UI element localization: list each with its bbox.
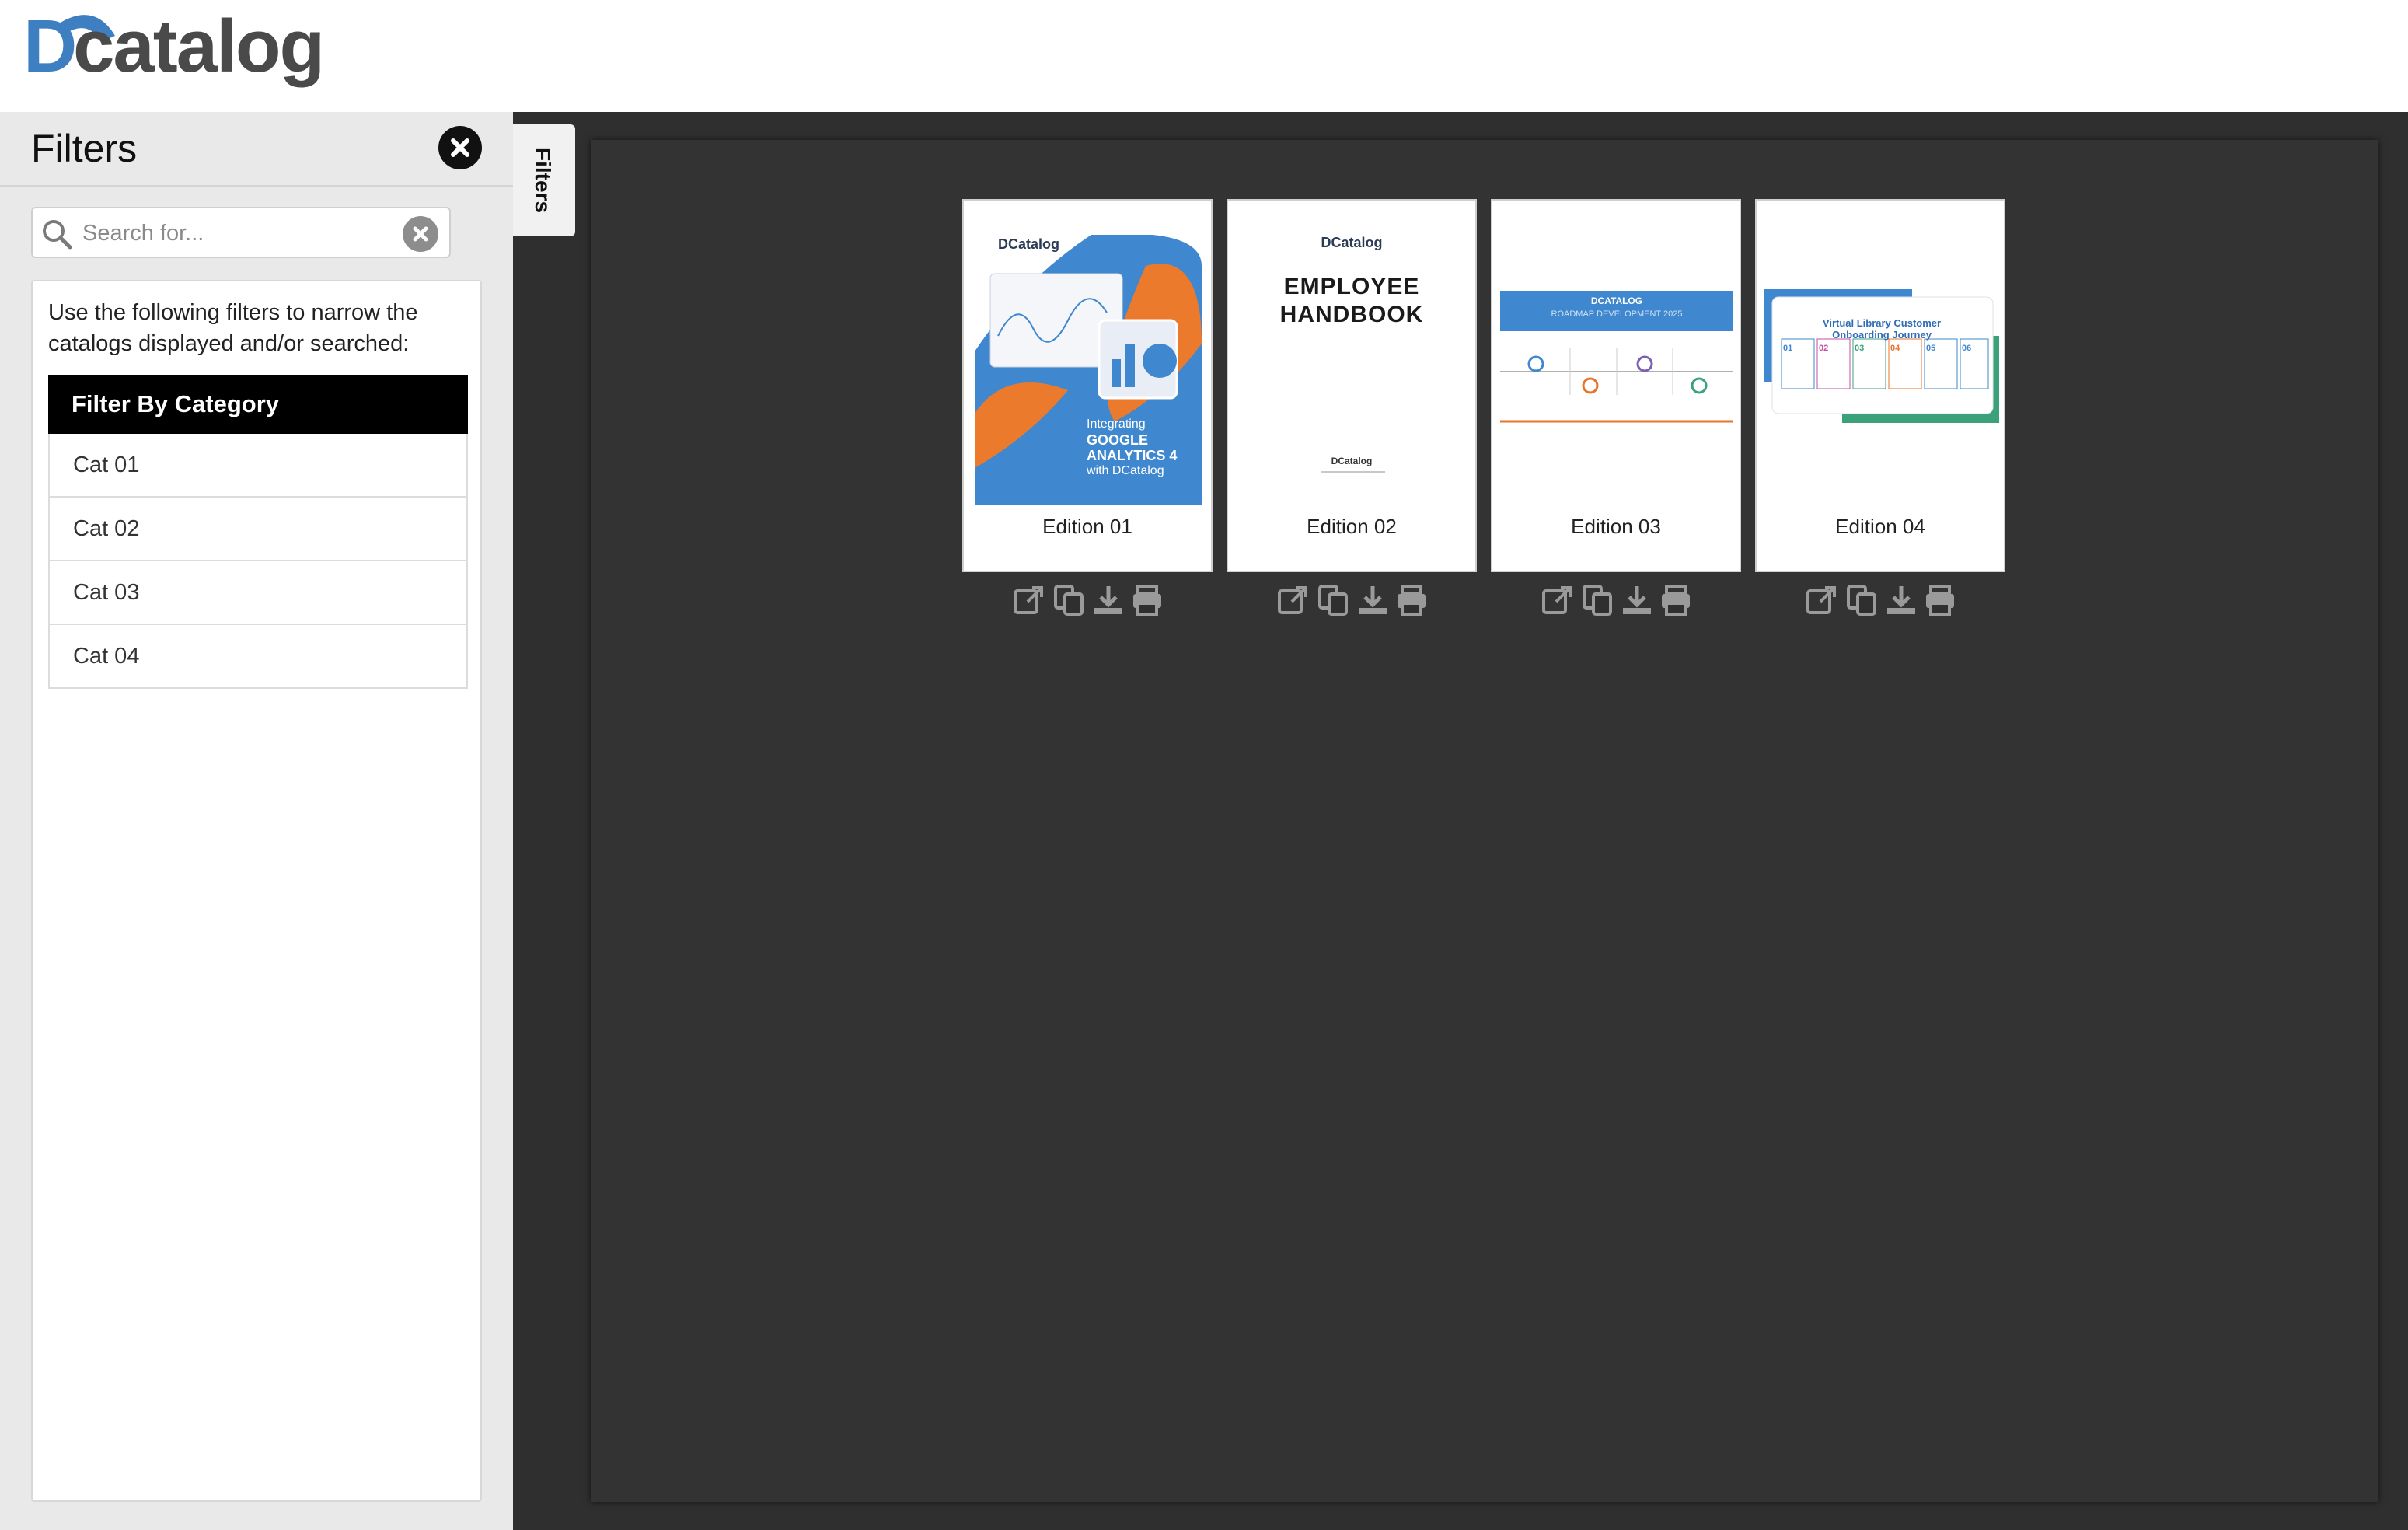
copy-icon[interactable] xyxy=(1845,583,1879,617)
catalog-label: Edition 01 xyxy=(1042,515,1132,538)
download-icon[interactable] xyxy=(1091,583,1125,617)
filter-intro: Use the following filters to narrow the … xyxy=(48,300,418,356)
catalog-cover[interactable]: DCatalog EMPLOYEE HANDBOOK DCatalog Edit… xyxy=(1227,199,1477,572)
catalog-cover[interactable]: Virtual Library Customer Onboarding Jour… xyxy=(1755,199,2005,572)
copy-icon[interactable] xyxy=(1317,583,1351,617)
catalog-actions xyxy=(1491,583,1741,622)
catalog-item: Virtual Library Customer Onboarding Jour… xyxy=(1755,199,2005,616)
category-header: Filter By Category xyxy=(48,375,468,434)
open-external-icon[interactable] xyxy=(1012,583,1046,617)
filters-toggle-tab[interactable]: Filters xyxy=(513,124,575,236)
search-box xyxy=(31,207,451,258)
download-icon[interactable] xyxy=(1620,583,1654,617)
catalog-actions xyxy=(1227,583,1477,622)
open-external-icon[interactable] xyxy=(1541,583,1575,617)
category-list: Cat 01 Cat 02 Cat 03 Cat 04 xyxy=(48,434,468,689)
category-item-04[interactable]: Cat 04 xyxy=(48,625,468,689)
download-icon[interactable] xyxy=(1884,583,1918,617)
cover-heading: DCATALOG xyxy=(1590,295,1643,306)
catalog-cover[interactable]: Integrating GOOGLE ANALYTICS 4 with DCat… xyxy=(962,199,1213,572)
close-filters-button[interactable] xyxy=(438,126,482,169)
category-item-03[interactable]: Cat 03 xyxy=(48,561,468,625)
catalog-actions xyxy=(962,583,1213,622)
clear-icon xyxy=(413,226,428,242)
svg-text:catalog: catalog xyxy=(73,5,323,88)
search-icon xyxy=(43,220,72,250)
catalog-actions xyxy=(1755,583,2005,622)
close-icon xyxy=(451,138,469,157)
catalog-board xyxy=(591,140,2378,1502)
cover-footer-line xyxy=(1321,471,1385,473)
copy-icon[interactable] xyxy=(1581,583,1615,617)
filter-card: Use the following filters to narrow the … xyxy=(31,280,482,1502)
dcatalog-logo[interactable]: D catalog xyxy=(23,5,365,90)
cover-art-roadmap xyxy=(1500,348,1733,423)
cover-footer-brand: DCatalog xyxy=(1331,456,1373,466)
catalog-label: Edition 03 xyxy=(1571,515,1661,538)
catalog-label: Edition 04 xyxy=(1835,515,1925,538)
cover-title-2: HANDBOOK xyxy=(1279,302,1424,327)
svg-text:D: D xyxy=(23,5,77,88)
search-input[interactable] xyxy=(82,215,393,252)
open-external-icon[interactable] xyxy=(1276,583,1310,617)
filters-title: Filters xyxy=(31,127,138,170)
catalog-cover[interactable]: DCATALOG ROADMAP DEVELOPMENT 2025 Editio… xyxy=(1491,199,1741,572)
divider xyxy=(0,185,513,187)
catalog-label: Edition 02 xyxy=(1307,515,1397,538)
print-icon[interactable] xyxy=(1394,583,1429,617)
print-icon[interactable] xyxy=(1659,583,1693,617)
cover-text: Integrating GOOGLE ANALYTICS 4 with DCat… xyxy=(1087,417,1178,477)
cover-art-journey xyxy=(1764,289,1999,423)
open-external-icon[interactable] xyxy=(1805,583,1839,617)
cover-subheading: ROADMAP DEVELOPMENT 2025 xyxy=(1551,309,1683,319)
catalog-item: DCatalog EMPLOYEE HANDBOOK DCatalog Edit… xyxy=(1227,199,1477,616)
print-icon[interactable] xyxy=(1130,583,1164,617)
category-item-01[interactable]: Cat 01 xyxy=(48,434,468,498)
cover-brand: DCatalog xyxy=(1321,235,1383,250)
copy-icon[interactable] xyxy=(1052,583,1087,617)
filters-tab-label: Filters xyxy=(531,148,555,214)
cover-title-1: EMPLOYEE xyxy=(1283,274,1420,299)
clear-search-button[interactable] xyxy=(403,216,438,252)
catalog-item: DCATALOG ROADMAP DEVELOPMENT 2025 Editio… xyxy=(1491,199,1741,616)
header: D catalog xyxy=(0,0,2408,112)
category-item-02[interactable]: Cat 02 xyxy=(48,498,468,561)
cover-title: Virtual Library Customer Onboarding Jour… xyxy=(1822,317,1942,341)
catalog-item: Integrating GOOGLE ANALYTICS 4 with DCat… xyxy=(962,199,1213,616)
download-icon[interactable] xyxy=(1356,583,1390,617)
cover-brand: DCatalog xyxy=(998,236,1060,252)
print-icon[interactable] xyxy=(1923,583,1957,617)
